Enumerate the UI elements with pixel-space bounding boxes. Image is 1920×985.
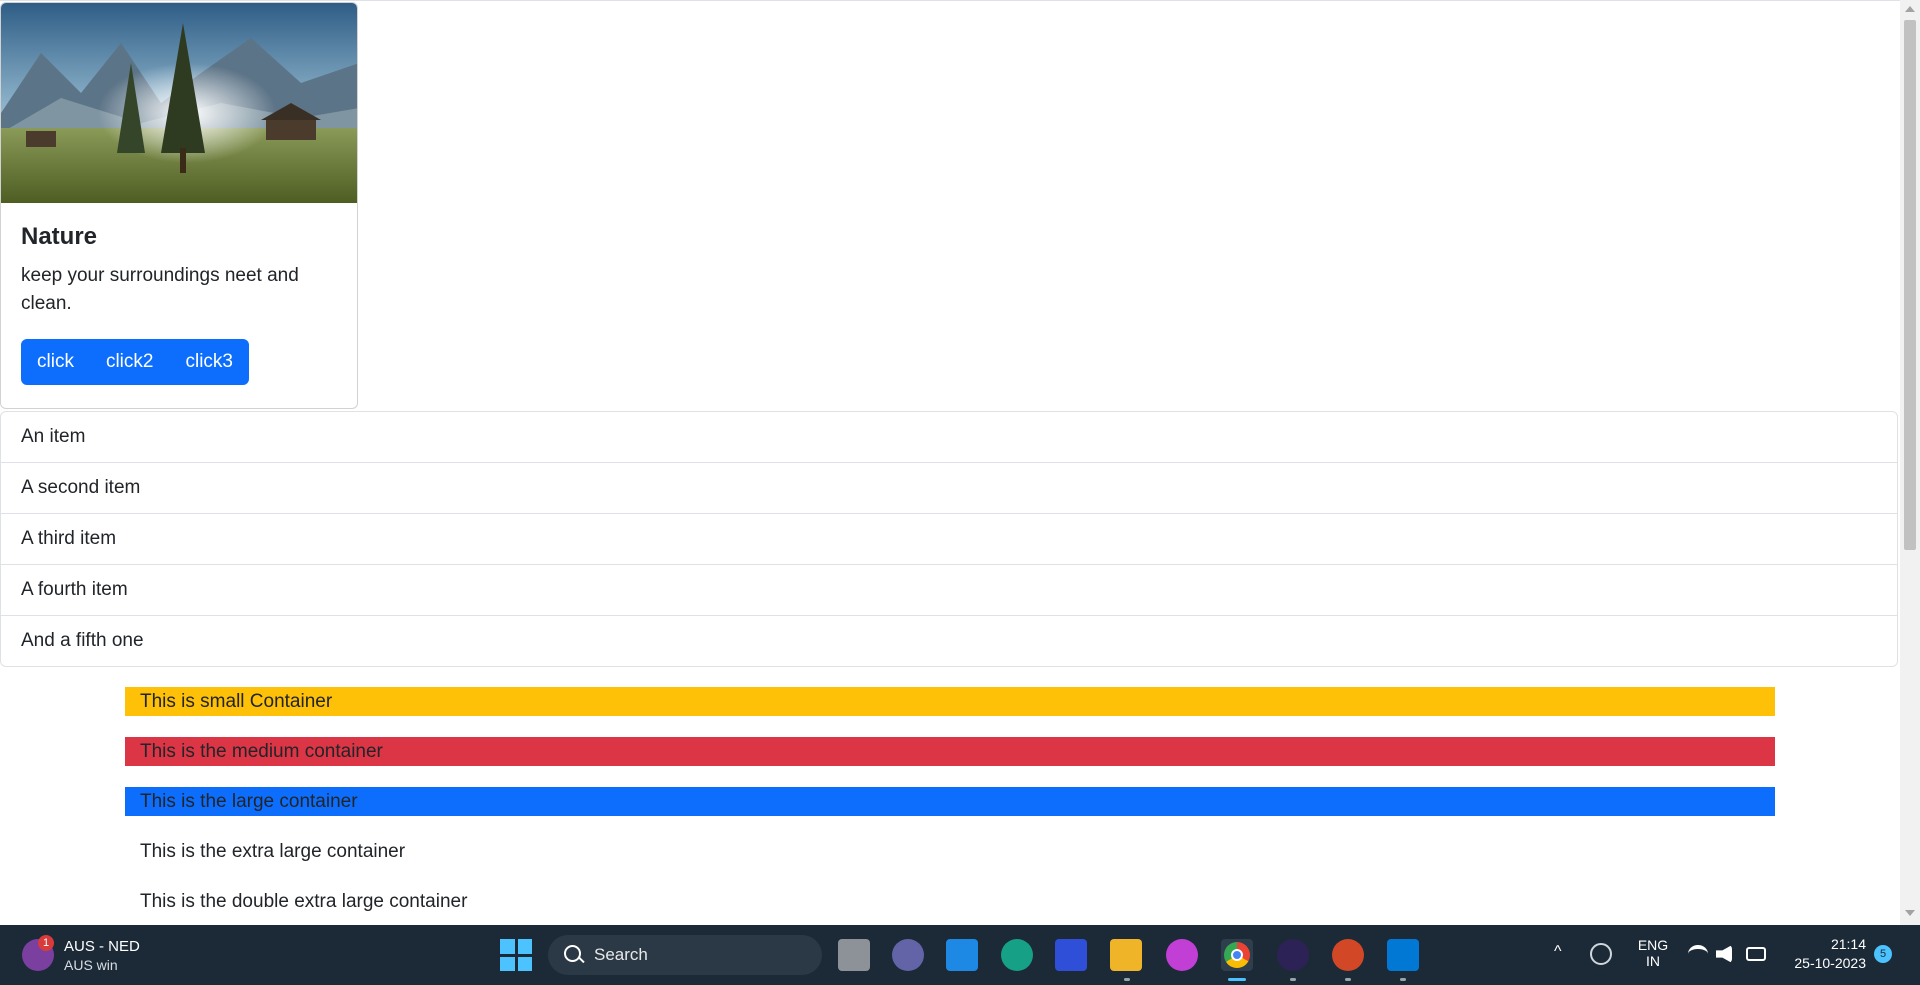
list-item: A fourth item: [1, 565, 1897, 616]
click-button[interactable]: click: [21, 339, 90, 386]
volume-icon[interactable]: [1716, 945, 1732, 963]
vertical-scrollbar[interactable]: [1900, 0, 1920, 925]
powerpoint-icon[interactable]: [1332, 939, 1364, 971]
battery-icon[interactable]: [1746, 947, 1766, 961]
card-title: Nature: [21, 223, 98, 250]
teams-chat-icon[interactable]: [892, 939, 924, 971]
vscode-icon[interactable]: [1387, 939, 1419, 971]
chevron-up-icon[interactable]: ^: [1554, 943, 1562, 961]
card-text: keep your surroundings neet and clean.: [21, 264, 299, 315]
list-item: An item: [1, 412, 1897, 463]
weather-widget[interactable]: 1 AUS - NED AUS win: [22, 935, 172, 975]
windows-start-icon[interactable]: [500, 939, 532, 971]
browser-viewport: Nature keep your surroundings neet and c…: [0, 0, 1900, 926]
notification-badge: 1: [38, 935, 54, 951]
search-icon: [564, 945, 581, 962]
nature-card-image: [1, 3, 357, 203]
chrome-icon[interactable]: [1221, 939, 1253, 971]
sync-icon[interactable]: [1590, 943, 1612, 965]
running-indicator: [1345, 978, 1351, 981]
double-extra-large-container: This is the double extra large container: [140, 891, 468, 912]
click2-button[interactable]: click2: [90, 339, 170, 386]
language-indicator[interactable]: ENG IN: [1634, 937, 1672, 969]
taskbar-search[interactable]: Search: [548, 935, 822, 975]
mail-icon[interactable]: [946, 939, 978, 971]
taskbar: 1 AUS - NED AUS win Search ^ ENG IN 21:1…: [0, 925, 1920, 985]
wps-icon[interactable]: [1166, 939, 1198, 971]
clock-time: 21:14: [1830, 936, 1866, 952]
small-container: This is small Container: [125, 687, 1775, 716]
file-explorer-icon[interactable]: [1110, 939, 1142, 971]
widget-subtitle: AUS win: [64, 957, 118, 973]
wifi-icon[interactable]: [1688, 945, 1708, 963]
running-indicator: [1290, 978, 1296, 981]
medium-container: This is the medium container: [125, 737, 1775, 766]
list-group: An item A second item A third item A fou…: [0, 411, 1898, 667]
running-indicator: [1400, 978, 1406, 981]
scroll-down-icon[interactable]: [1905, 910, 1915, 916]
running-indicator: [1124, 978, 1130, 981]
task-view-icon[interactable]: [838, 939, 870, 971]
eclipse-icon[interactable]: [1277, 939, 1309, 971]
extra-large-container: This is the extra large container: [140, 841, 406, 862]
nature-card: Nature keep your surroundings neet and c…: [0, 2, 358, 409]
search-placeholder: Search: [594, 945, 648, 964]
scroll-up-icon[interactable]: [1905, 6, 1915, 12]
edge-icon[interactable]: [1001, 939, 1033, 971]
button-group: click click2 click3: [21, 338, 249, 386]
click3-button[interactable]: click3: [169, 339, 249, 386]
clock[interactable]: 21:14 25-10-2023: [1786, 936, 1866, 971]
list-item: A third item: [1, 514, 1897, 565]
large-container: This is the large container: [125, 787, 1775, 816]
ai-app-icon[interactable]: [1055, 939, 1087, 971]
notification-count[interactable]: 5: [1874, 945, 1892, 963]
widget-title: AUS - NED: [64, 938, 140, 955]
scrollbar-thumb[interactable]: [1904, 20, 1916, 550]
language-line1: ENG: [1637, 937, 1669, 953]
active-indicator: [1228, 978, 1246, 981]
clock-date: 25-10-2023: [1794, 955, 1866, 971]
list-item: A second item: [1, 463, 1897, 514]
language-line2: IN: [1646, 953, 1660, 969]
list-item: And a fifth one: [21, 630, 144, 651]
